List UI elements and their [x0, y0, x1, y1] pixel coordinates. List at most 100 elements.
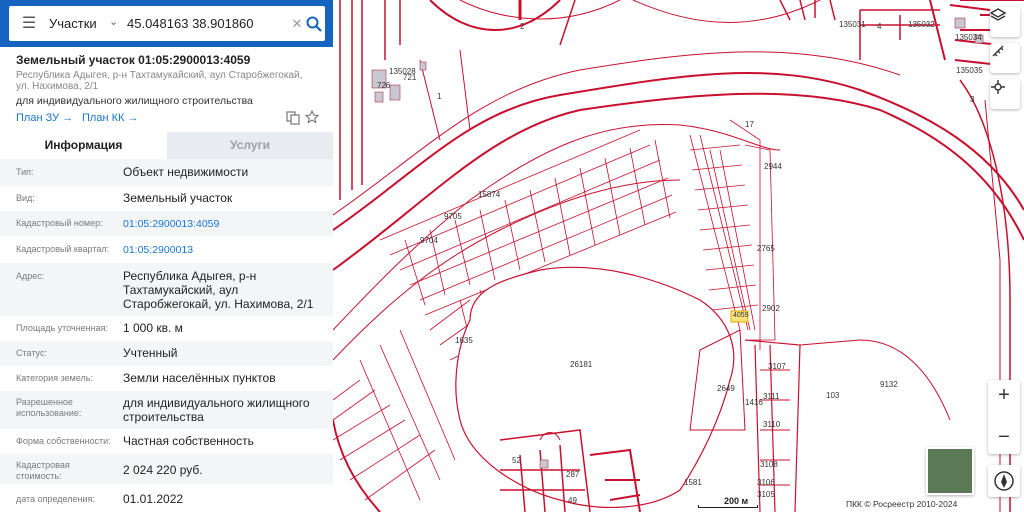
attr-key: Категория земель: — [16, 373, 93, 383]
plan-kk-label: План КК — [82, 112, 125, 124]
map-label: 3107 — [768, 362, 786, 371]
map-label: 1635 — [455, 336, 473, 345]
map-label: 17 — [745, 120, 754, 129]
info-panel: ☰ Участки ⌄ ✕ Земельный участок 01:05:29… — [0, 0, 333, 512]
map-label: 721 — [403, 73, 417, 82]
map-label: 9705 — [444, 212, 462, 221]
attr-row-area: Площадь уточненная: 1 000 кв. м — [0, 316, 333, 341]
tab-information[interactable]: Информация — [0, 132, 167, 159]
clear-icon[interactable]: ✕ — [289, 6, 305, 41]
plan-kk-link[interactable]: План КК → — [82, 112, 138, 124]
arrow-right-icon: → — [62, 112, 74, 124]
map-label: 1 — [437, 92, 442, 101]
attr-key: Разрешенное использование: — [16, 397, 82, 418]
map-label: 9704 — [420, 236, 438, 245]
zoom-in-button[interactable]: + — [988, 380, 1020, 412]
locate-point-button[interactable] — [990, 79, 1020, 109]
crosshair-icon — [991, 80, 1005, 94]
attr-key: Статус: — [16, 348, 47, 358]
map-label: 1581 — [684, 478, 702, 487]
attr-value: Республика Адыгея, р-н Тахтамукайский, а… — [123, 269, 314, 311]
plan-zu-label: План ЗУ — [16, 112, 60, 124]
attr-value: Земельный участок — [123, 191, 233, 205]
attr-value: Частная собственность — [123, 434, 254, 448]
arrow-right-icon: → — [127, 112, 139, 124]
attr-value: для индивидуального жилищного строительс… — [123, 396, 310, 424]
tab-services[interactable]: Услуги — [167, 132, 333, 159]
parcel-address: Республика Адыгея, р-н Тахтамукайский, а… — [16, 70, 303, 92]
selected-parcel-label[interactable]: 4059 — [733, 312, 749, 319]
attr-row-land-category: Категория земель: Земли населённых пункт… — [0, 366, 333, 391]
map-label: 2765 — [757, 244, 775, 253]
copy-icon[interactable] — [286, 111, 300, 125]
map-label: 135032 — [908, 20, 935, 29]
attr-key: Вид: — [16, 193, 35, 203]
map-label: 3106 — [757, 478, 775, 487]
map-label: 3110 — [763, 420, 781, 429]
attr-value: 01.01.2022 — [123, 492, 184, 506]
star-icon[interactable] — [305, 110, 319, 124]
attr-value: Учтенный — [123, 346, 178, 360]
map-label: 4 — [877, 22, 882, 31]
map-label: 103 — [826, 391, 840, 400]
basemap-thumbnail[interactable] — [926, 447, 974, 495]
attr-value: 2 024 220 руб. — [123, 463, 203, 477]
map-label: 2 — [520, 22, 525, 31]
compass-button[interactable] — [988, 465, 1020, 497]
attr-row-cadastral-number: Кадастровый номер: 01:05:2900013:4059 — [0, 211, 333, 236]
scale-bar — [698, 505, 758, 508]
attr-key: дата определения: — [16, 494, 95, 504]
attr-row-cadastral-value: Кадастровая стоимость: 2 024 220 руб. — [0, 454, 333, 484]
tab-bar: Информация Услуги — [0, 132, 333, 159]
parcel-title: Земельный участок 01:05:2900013:4059 — [16, 53, 251, 67]
attr-key: Кадастровый номер: — [16, 218, 103, 228]
chevron-down-icon[interactable]: ⌄ — [109, 6, 118, 41]
compass-icon — [994, 471, 1014, 491]
attr-row-ownership: Форма собственности: Частная собственнос… — [0, 429, 333, 454]
map-label: 3108 — [760, 460, 778, 469]
attr-value: Земли населённых пунктов — [123, 371, 276, 385]
attr-row-valuation-date: дата определения: 01.01.2022 — [0, 484, 333, 512]
plan-zu-link[interactable]: План ЗУ → — [16, 112, 73, 124]
map-label: 3105 — [757, 490, 775, 499]
cadastral-quarter-link[interactable]: 01:05:2900013 — [123, 243, 328, 257]
search-input[interactable] — [127, 6, 287, 41]
map-label: 9132 — [880, 380, 898, 389]
cadastral-number-link[interactable]: 01:05:2900013:4059 — [123, 217, 328, 231]
map-label: 2649 — [717, 384, 735, 393]
attr-row-type: Тип: Объект недвижимости — [0, 159, 333, 186]
parcel-purpose: для индивидуального жилищного строительс… — [16, 95, 253, 107]
map-label: 2902 — [762, 304, 780, 313]
search-bar: ☰ Участки ⌄ ✕ — [0, 0, 333, 47]
search-icon[interactable] — [305, 15, 323, 33]
measure-button[interactable] — [990, 43, 1020, 73]
copyright: ПКК © Росреестр 2010-2024 — [846, 499, 958, 509]
layers-icon — [990, 8, 1006, 21]
attr-key: Тип: — [16, 167, 34, 177]
map-label: 287 — [566, 470, 580, 479]
attr-key: Площадь уточненная: — [16, 323, 108, 333]
ruler-icon — [992, 45, 1004, 57]
search-box: ☰ Участки ⌄ ✕ — [9, 6, 325, 41]
map-label: 49 — [568, 496, 577, 505]
map-label: 26181 — [570, 360, 593, 369]
map-label: 15874 — [478, 190, 501, 199]
attr-row-status: Статус: Учтенный — [0, 341, 333, 366]
attr-row-permitted-use: Разрешенное использование: для индивидуа… — [0, 391, 333, 429]
attr-key: Форма собственности: — [16, 436, 111, 446]
attr-key: Адрес: — [16, 271, 45, 281]
layers-button[interactable] — [990, 7, 1020, 37]
zoom-out-button[interactable]: − — [988, 424, 1020, 454]
attr-value: 1 000 кв. м — [123, 321, 183, 335]
zoom-control: + − — [988, 380, 1020, 454]
menu-icon[interactable]: ☰ — [15, 6, 43, 41]
attr-row-kind: Вид: Земельный участок — [0, 186, 333, 211]
map-label: 135035 — [956, 66, 983, 75]
map-label: 135034 — [955, 33, 982, 42]
attr-row-cadastral-quarter: Кадастровый квартал: 01:05:2900013 — [0, 236, 333, 263]
attr-key: Кадастровая стоимость: — [16, 460, 70, 481]
attr-value: Объект недвижимости — [123, 165, 249, 179]
map-label: 2944 — [764, 162, 782, 171]
attr-row-address: Адрес: Республика Адыгея, р-н Тахтамукай… — [0, 263, 333, 316]
map-label: 3111 — [763, 392, 780, 401]
